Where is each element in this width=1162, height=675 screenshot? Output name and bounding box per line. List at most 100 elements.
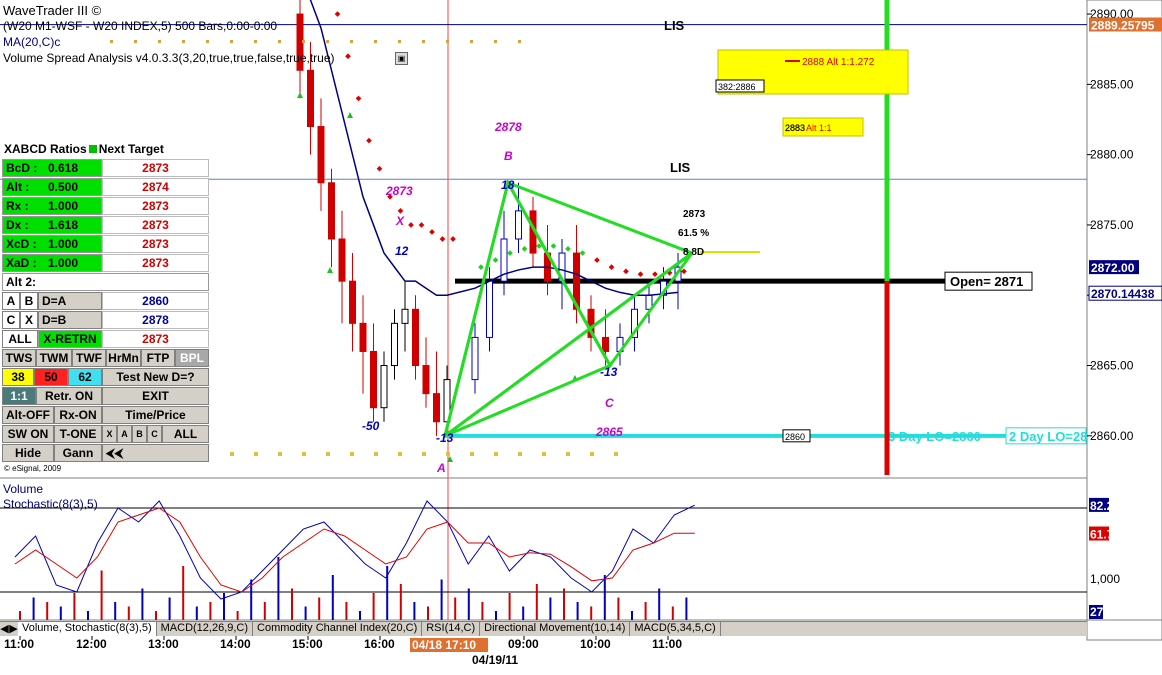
- volume-scale-label: 1,000: [1090, 572, 1120, 586]
- copyright-label: © eSignal, 2009: [4, 464, 62, 473]
- count-50[interactable]: 50: [34, 368, 68, 386]
- x-retrn-button[interactable]: X-RETRN: [38, 330, 102, 348]
- tab-macd-12-26[interactable]: MACD(12,26,9,C): [157, 622, 254, 636]
- alt-off-button[interactable]: Alt-OFF: [2, 406, 54, 424]
- hide-button[interactable]: Hide: [2, 444, 54, 462]
- lis-label: LIS: [664, 18, 685, 33]
- tws-button[interactable]: TWS: [2, 349, 36, 367]
- count-38[interactable]: 38: [2, 368, 34, 386]
- btn-b[interactable]: B: [20, 292, 38, 310]
- tab-volume-stochastic[interactable]: Volume, Stochastic(8(3),5): [18, 622, 157, 636]
- dotted-level: [494, 40, 497, 43]
- x-retrn-target: 2873: [102, 330, 209, 348]
- ratio-label: XcD :1.000: [2, 235, 102, 253]
- point-a-label: A: [436, 461, 446, 475]
- d-equals-a[interactable]: D=A: [38, 292, 102, 310]
- stochastic-legend: Stochastic(8(3),5): [3, 497, 98, 511]
- dotted-level: [542, 452, 546, 456]
- price-tick-label: 2880.00: [1090, 148, 1134, 162]
- point-c-count: -13: [600, 365, 618, 379]
- candle-body: [328, 182, 335, 240]
- hrmn-button[interactable]: HrMn: [106, 349, 141, 367]
- lock-icon[interactable]: ▣: [395, 52, 408, 65]
- dotted-level: [614, 452, 618, 456]
- target-value: 2873: [102, 159, 209, 177]
- btn-x[interactable]: X: [20, 311, 38, 329]
- candle-body: [380, 365, 388, 409]
- dotted-level: [326, 40, 329, 43]
- price-tick-label: 2860.00: [1090, 429, 1134, 443]
- collapse-arrows-icon[interactable]: ⮜⮜: [102, 444, 209, 462]
- header-ma: MA(20,C)c: [3, 35, 61, 49]
- exit-button[interactable]: EXIT: [102, 387, 209, 405]
- count-62[interactable]: 62: [68, 368, 102, 386]
- next-target-title: Next Target: [98, 142, 164, 156]
- rx-on-button[interactable]: Rx-ON: [54, 406, 102, 424]
- point-b-value: 2878: [494, 120, 522, 134]
- all-button[interactable]: ALL: [2, 330, 38, 348]
- point-a-value: 2865: [595, 425, 623, 439]
- dotted-level: [446, 40, 449, 43]
- t-one-button[interactable]: T-ONE: [54, 425, 102, 443]
- three-day-lo-label: 3 Day LO=2860: [888, 429, 981, 444]
- time-price-button[interactable]: Time/Price: [102, 406, 209, 424]
- trading-chart-window: 2890.002885.002880.002875.002870.002865.…: [0, 0, 1162, 670]
- stoch-tag-label: 82.22: [1090, 499, 1120, 513]
- all-letters-button[interactable]: ALL: [162, 425, 209, 443]
- stoch-tag-label: 61.77: [1090, 528, 1120, 542]
- tab-dmi[interactable]: Directional Movement(10,14): [480, 622, 631, 636]
- fib-382-label: 382:2886: [718, 82, 756, 92]
- gann-button[interactable]: Gann: [54, 444, 102, 462]
- btn-c[interactable]: C: [2, 311, 20, 329]
- dotted-level: [350, 40, 353, 43]
- candle-body: [338, 238, 346, 282]
- ratio-label: XaD :1.000: [2, 254, 102, 272]
- tab-rsi[interactable]: RSI(14,C): [422, 622, 481, 636]
- level-2860-label: 2860: [785, 432, 805, 442]
- candle-body: [349, 280, 356, 324]
- time-tick-label: 15:00: [292, 637, 323, 651]
- volume-tag-label: 27: [1090, 605, 1104, 619]
- ftp-button[interactable]: FTP: [141, 349, 175, 367]
- dotted-level: [422, 452, 426, 456]
- dotted-level: [494, 452, 498, 456]
- dotted-level: [110, 40, 113, 43]
- letter-c-button[interactable]: C: [147, 425, 162, 443]
- target-value: 2874: [102, 178, 209, 196]
- dotted-level: [590, 452, 594, 456]
- candle-body: [412, 308, 419, 367]
- time-tick-label: 16:00: [364, 637, 395, 651]
- twm-button[interactable]: TWM: [36, 349, 72, 367]
- candle-body: [515, 210, 522, 240]
- retr-on-button[interactable]: Retr. ON: [36, 387, 102, 405]
- letter-a-button[interactable]: A: [117, 425, 132, 443]
- letter-x-button[interactable]: X: [102, 425, 117, 443]
- d-equals-b[interactable]: D=B: [38, 311, 102, 329]
- tab-cci[interactable]: Commodity Channel Index(20,C): [253, 622, 423, 636]
- btn-a[interactable]: A: [2, 292, 20, 310]
- target-box-label: 2888 Alt 1:1.272: [802, 57, 875, 68]
- dotted-level: [230, 40, 233, 43]
- ratio-1-1-button[interactable]: 1:1: [2, 387, 36, 405]
- target-value: 2873: [102, 254, 209, 272]
- dotted-level: [278, 40, 281, 43]
- lis-label: LIS: [670, 160, 691, 175]
- point-x-label: X: [395, 214, 405, 228]
- candle-body: [433, 393, 440, 423]
- twf-button[interactable]: TWF: [72, 349, 106, 367]
- bpl-button[interactable]: BPL: [175, 349, 209, 367]
- time-tick-label: 14:00: [220, 637, 251, 651]
- tab-macd-5-34[interactable]: MACD(5,34,5,C): [630, 622, 721, 636]
- dotted-level: [254, 452, 258, 456]
- sw-on-button[interactable]: SW ON: [2, 425, 54, 443]
- price-tag-label: 2870.14438: [1091, 287, 1155, 301]
- dotted-level: [278, 452, 282, 456]
- candle-body: [422, 365, 430, 395]
- dotted-level: [326, 452, 330, 456]
- letter-b-button[interactable]: B: [132, 425, 147, 443]
- time-tick-label: 09:00: [508, 637, 539, 651]
- tab-scroll-right-icon[interactable]: ▶: [9, 622, 18, 636]
- point-c-label: C: [605, 396, 614, 410]
- tab-scroll-left-icon[interactable]: ◀: [0, 622, 9, 636]
- test-new-button[interactable]: Test New D=?: [102, 368, 209, 386]
